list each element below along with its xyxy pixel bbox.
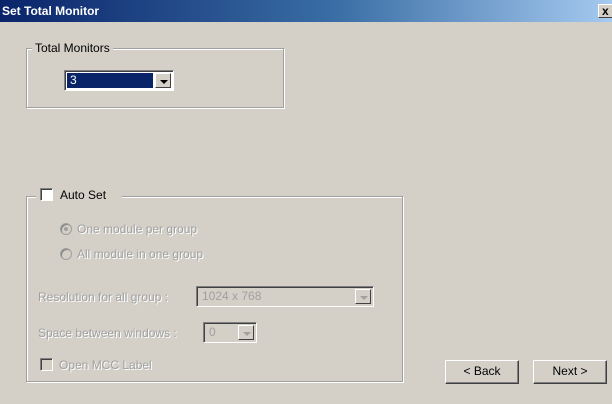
total-monitors-value: 3 xyxy=(67,73,153,88)
space-between-windows-dropdown[interactable]: 0 xyxy=(203,322,257,343)
resolution-label: Resolution for all group : xyxy=(38,290,169,304)
window-title: Set Total Monitor xyxy=(2,4,100,18)
chevron-down-icon xyxy=(160,80,168,84)
auto-set-label: Auto Set xyxy=(60,188,107,202)
total-monitors-dropdown[interactable]: 3 xyxy=(64,70,174,91)
radio-one-module-per-group[interactable] xyxy=(60,223,72,235)
title-bar: Set Total Monitor x xyxy=(0,0,612,22)
radio-all-module-label: All module in one group xyxy=(77,247,204,261)
dropdown-arrow-button[interactable] xyxy=(355,289,371,304)
auto-set-checkbox[interactable] xyxy=(40,188,53,201)
space-value: 0 xyxy=(209,325,216,339)
chevron-down-icon xyxy=(360,296,368,300)
resolution-value: 1024 x 768 xyxy=(202,289,262,303)
radio-selected-dot xyxy=(64,227,68,231)
open-mcc-label-checkbox[interactable] xyxy=(40,358,53,371)
total-monitors-legend: Total Monitors xyxy=(32,41,113,55)
open-mcc-label-text: Open MCC Label xyxy=(59,358,152,372)
close-button[interactable]: x xyxy=(598,4,612,18)
back-button[interactable]: < Back xyxy=(445,360,519,384)
resolution-dropdown[interactable]: 1024 x 768 xyxy=(196,286,374,307)
dropdown-arrow-button[interactable] xyxy=(155,73,171,88)
radio-one-module-label: One module per group xyxy=(77,222,198,236)
dropdown-arrow-button[interactable] xyxy=(238,325,254,340)
radio-all-module-in-one-group[interactable] xyxy=(60,248,72,260)
chevron-down-icon xyxy=(243,332,251,336)
next-button[interactable]: Next > xyxy=(533,360,607,384)
space-between-windows-label: Space between windows : xyxy=(38,326,177,340)
